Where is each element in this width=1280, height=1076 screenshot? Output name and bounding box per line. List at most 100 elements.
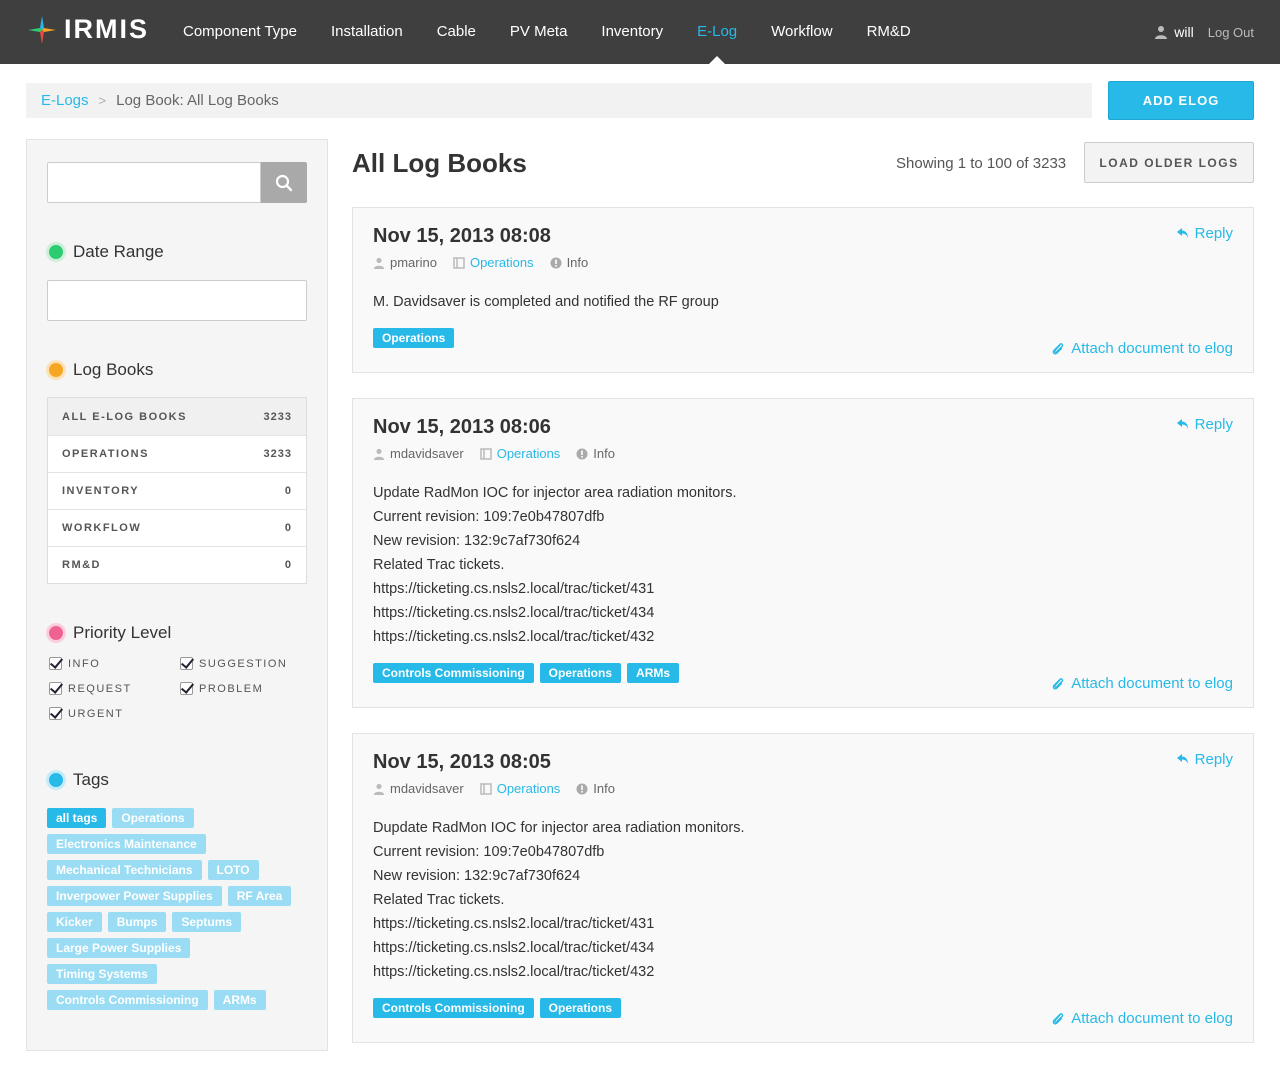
entry-tags: Controls Commissioning Operations (373, 998, 627, 1024)
tag-mechanical-technicians[interactable]: Mechanical Technicians (47, 860, 202, 880)
nav-item-workflow[interactable]: Workflow (754, 0, 849, 64)
entry-author-name: mdavidsaver (390, 446, 464, 461)
attach-document-link[interactable]: Attach document to elog (1051, 675, 1233, 692)
priority-problem-checkbox[interactable] (180, 682, 193, 695)
logbook-item-rmd[interactable]: RM&D 0 (48, 546, 306, 583)
nav-item-installation[interactable]: Installation (314, 0, 420, 64)
tag-electronics-maintenance[interactable]: Electronics Maintenance (47, 834, 206, 854)
entry-line: https://ticketing.cs.nsls2.local/trac/ti… (373, 629, 655, 645)
book-icon (453, 256, 465, 269)
logo[interactable]: IRMIS (28, 14, 149, 45)
tag-inverpower-power-supplies[interactable]: Inverpower Power Supplies (47, 886, 222, 906)
reply-link[interactable]: Reply (1176, 416, 1233, 433)
entry-author: mdavidsaver (373, 446, 464, 461)
tag-loto[interactable]: LOTO (207, 860, 259, 880)
nav-item-rmd[interactable]: RM&D (850, 0, 928, 64)
attach-document-link[interactable]: Attach document to elog (1051, 1010, 1233, 1027)
user-icon (373, 448, 385, 460)
nav-item-inventory[interactable]: Inventory (584, 0, 680, 64)
tag-all[interactable]: all tags (47, 808, 107, 828)
entry-tag[interactable]: Operations (539, 998, 622, 1018)
nav-item-component-type[interactable]: Component Type (166, 0, 314, 64)
reply-link[interactable]: Reply (1176, 225, 1233, 242)
nav-item-elog[interactable]: E-Log (680, 0, 754, 64)
user-name[interactable]: will (1174, 24, 1193, 40)
priority-info[interactable]: INFO (49, 657, 100, 670)
tag-kicker[interactable]: Kicker (47, 912, 102, 932)
entry-logbook-link[interactable]: Operations (470, 255, 534, 270)
logbook-label: OPERATIONS (62, 448, 149, 460)
entry-logbook-link[interactable]: Operations (497, 781, 561, 796)
entry-author-name: pmarino (390, 255, 437, 270)
log-books-heading: Log Books (49, 360, 153, 380)
entry-tag[interactable]: Controls Commissioning (373, 998, 534, 1018)
priority-problem[interactable]: PROBLEM (180, 682, 263, 695)
search-icon (275, 174, 293, 191)
entry-tag[interactable]: ARMs (627, 663, 680, 683)
page-title: All Log Books (352, 148, 527, 178)
priority-request[interactable]: REQUEST (49, 682, 132, 695)
search-button[interactable] (261, 162, 307, 203)
priority-urgent-checkbox[interactable] (49, 707, 62, 720)
entry-priority: Info (550, 255, 588, 270)
add-elog-button[interactable]: ADD ELOG (1108, 81, 1254, 120)
logbook-item-all[interactable]: ALL E-LOG BOOKS 3233 (48, 398, 306, 435)
user-icon (373, 257, 385, 269)
priority-suggestion-checkbox[interactable] (180, 657, 193, 670)
nav-item-cable[interactable]: Cable (420, 0, 493, 64)
tag-timing-systems[interactable]: Timing Systems (47, 964, 157, 984)
logbook-item-workflow[interactable]: WORKFLOW 0 (48, 509, 306, 546)
logbook-count: 0 (284, 522, 292, 534)
attach-document-link[interactable]: Attach document to elog (1051, 340, 1233, 357)
elog-entry: Nov 15, 2013 08:06 mdavidsaver Operation… (352, 398, 1254, 708)
reply-icon (1176, 754, 1188, 764)
tag-septums[interactable]: Septums (172, 912, 242, 932)
logbook-count: 3233 (263, 448, 292, 460)
priority-urgent[interactable]: URGENT (49, 707, 123, 720)
priority-label: REQUEST (68, 682, 132, 695)
tag-operations[interactable]: Operations (112, 808, 194, 828)
breadcrumb-elogs-link[interactable]: E-Logs (41, 92, 89, 109)
date-range-input[interactable] (47, 280, 307, 321)
entry-tag[interactable]: Operations (373, 328, 455, 348)
user-icon (1155, 26, 1168, 39)
entry-priority: Info (576, 446, 615, 461)
load-older-logs-button[interactable]: LOAD OLDER LOGS (1084, 142, 1254, 183)
attach-label: Attach document to elog (1071, 1010, 1233, 1027)
logbook-label: WORKFLOW (62, 522, 142, 534)
entry-logbook-link[interactable]: Operations (497, 446, 561, 461)
logbook-label: ALL E-LOG BOOKS (62, 410, 187, 423)
reply-label: Reply (1194, 225, 1233, 242)
entry-tag[interactable]: Operations (539, 663, 622, 683)
entry-logbook: Operations (479, 781, 561, 796)
irmis-star-icon (28, 15, 56, 44)
logbook-item-inventory[interactable]: INVENTORY 0 (48, 472, 306, 509)
priority-suggestion[interactable]: SUGGESTION (180, 657, 287, 670)
search-input[interactable] (47, 162, 261, 203)
tag-large-power-supplies[interactable]: Large Power Supplies (47, 938, 191, 958)
logbook-list: ALL E-LOG BOOKS 3233 OPERATIONS 3233 INV… (47, 397, 307, 584)
nav-item-pv-meta[interactable]: PV Meta (493, 0, 585, 64)
priority-request-checkbox[interactable] (49, 682, 62, 695)
reply-link[interactable]: Reply (1176, 751, 1233, 768)
nav-menu: Component Type Installation Cable PV Met… (166, 0, 928, 64)
entry-author: mdavidsaver (373, 781, 464, 796)
entry-tag[interactable]: Controls Commissioning (373, 663, 534, 683)
tag-controls-commissioning[interactable]: Controls Commissioning (47, 990, 208, 1010)
entry-date: Nov 15, 2013 08:05 (373, 751, 551, 773)
tag-bumps[interactable]: Bumps (107, 912, 167, 932)
tags-dot (49, 773, 63, 787)
logout-link[interactable]: Log Out (1208, 25, 1254, 40)
priority-info-checkbox[interactable] (49, 657, 62, 670)
logbook-count: 0 (284, 485, 292, 497)
entry-line: Dupdate RadMon IOC for injector area rad… (373, 820, 745, 836)
entry-line: https://ticketing.cs.nsls2.local/trac/ti… (373, 964, 655, 980)
tag-rf-area[interactable]: RF Area (227, 886, 292, 906)
entry-line: Related Trac tickets. (373, 557, 505, 573)
entry-date: Nov 15, 2013 08:06 (373, 416, 551, 438)
tag-arms[interactable]: ARMs (213, 990, 266, 1010)
book-icon (479, 447, 492, 460)
logbook-item-operations[interactable]: OPERATIONS 3233 (48, 435, 306, 472)
entry-line: https://ticketing.cs.nsls2.local/trac/ti… (373, 581, 655, 597)
tags-heading: Tags (49, 770, 109, 790)
